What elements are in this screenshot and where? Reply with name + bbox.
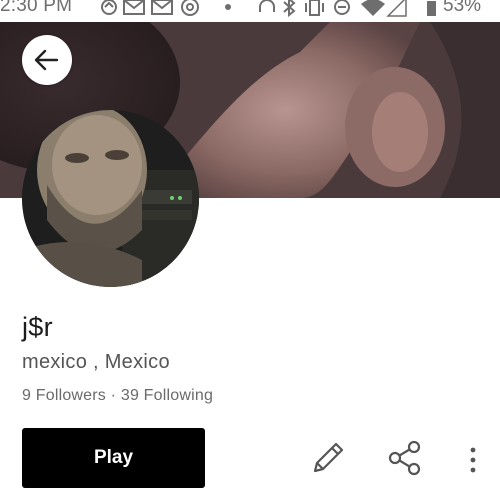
share-button[interactable] <box>383 436 427 480</box>
followers-count[interactable]: 9 Followers <box>22 387 106 405</box>
more-options-button[interactable] <box>462 438 484 482</box>
system-icons <box>259 0 436 18</box>
stats-separator: · <box>106 387 121 404</box>
edit-button[interactable] <box>306 436 350 480</box>
play-button[interactable]: Play <box>22 428 205 488</box>
dot-icon <box>225 4 231 10</box>
profile-location: mexico , Mexico <box>22 351 170 373</box>
status-time: 2:30 PM <box>0 0 73 16</box>
gmail-icon <box>151 0 173 15</box>
battery-icon <box>427 1 436 16</box>
pencil-icon <box>313 442 344 473</box>
following-count[interactable]: 39 Following <box>121 387 213 405</box>
avatar <box>22 110 199 287</box>
chrome-icon <box>181 0 199 16</box>
profile-name: j$r <box>22 312 53 342</box>
battery-percentage: 53% <box>443 0 482 16</box>
back-button[interactable] <box>22 35 72 85</box>
signal-icon <box>386 0 407 17</box>
status-bar: 2:30 PM 53% <box>0 0 500 22</box>
notification-icons <box>101 0 231 16</box>
sync-icon <box>101 0 117 15</box>
wifi-icon <box>361 0 385 16</box>
more-vertical-icon <box>470 447 476 473</box>
arrow-left-icon <box>34 49 59 71</box>
do-not-disturb-icon <box>334 0 350 15</box>
gmail-icon <box>123 0 145 15</box>
profile-stats: 9 Followers · 39 Following <box>22 387 213 405</box>
bluetooth-icon <box>283 0 296 18</box>
headphones-icon <box>259 0 275 12</box>
share-icon <box>388 440 421 476</box>
vibrate-icon <box>305 0 324 16</box>
